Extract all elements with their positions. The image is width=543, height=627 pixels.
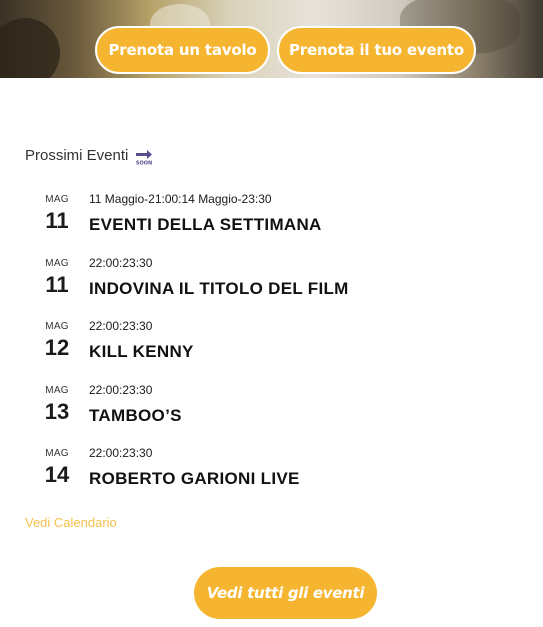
- svg-text:SOON: SOON: [136, 161, 152, 166]
- event-day: 12: [44, 335, 70, 360]
- event-time: 22:00:23:30: [89, 383, 153, 397]
- event-title-link[interactable]: TAMBOO’S: [89, 406, 182, 426]
- event-time: 22:00:23:30: [89, 446, 153, 460]
- event-time: 22:00:23:30: [89, 319, 153, 333]
- event-day: 13: [44, 399, 70, 424]
- upcoming-events-heading: Prossimi Eventi SOON: [25, 146, 153, 167]
- event-title-link[interactable]: INDOVINA IL TITOLO DEL FILM: [89, 279, 349, 299]
- event-month: MAG: [45, 385, 69, 396]
- event-item[interactable]: MAG 13 22:00:23:30 TAMBOO’S: [0, 381, 543, 441]
- event-item[interactable]: MAG 14 22:00:23:30 ROBERTO GARIONI LIVE: [0, 444, 543, 504]
- event-day: 11: [45, 272, 69, 297]
- event-month: MAG: [45, 448, 69, 459]
- upcoming-events-title: Prossimi Eventi: [25, 146, 129, 164]
- view-calendar-link[interactable]: Vedi Calendario: [25, 515, 117, 530]
- event-month: MAG: [45, 258, 69, 269]
- event-item[interactable]: MAG 11 22:00:23:30 INDOVINA IL TITOLO DE…: [0, 254, 543, 314]
- event-day: 14: [44, 462, 70, 487]
- event-time: 22:00:23:30: [89, 256, 153, 270]
- event-day: 11: [45, 208, 69, 233]
- event-title-link[interactable]: KILL KENNY: [89, 342, 194, 362]
- event-month: MAG: [45, 194, 69, 205]
- book-table-button[interactable]: Prenota un tavolo: [95, 26, 270, 74]
- hero-photo-shape: [0, 18, 60, 78]
- event-month: MAG: [45, 321, 69, 332]
- view-all-events-button[interactable]: Vedi tutti gli eventi: [194, 567, 377, 619]
- event-title-link[interactable]: ROBERTO GARIONI LIVE: [89, 469, 300, 489]
- event-item[interactable]: MAG 11 11 Maggio-21:00:14 Maggio-23:30 E…: [0, 190, 543, 250]
- book-event-button[interactable]: Prenota il tuo evento: [277, 26, 476, 74]
- hero-banner: Prenota un tavolo Prenota il tuo evento: [0, 0, 543, 78]
- soon-arrow-icon: SOON: [135, 147, 153, 167]
- event-item[interactable]: MAG 12 22:00:23:30 KILL KENNY: [0, 317, 543, 377]
- event-time: 11 Maggio-21:00:14 Maggio-23:30: [89, 192, 272, 206]
- event-title-link[interactable]: EVENTI DELLA SETTIMANA: [89, 215, 322, 235]
